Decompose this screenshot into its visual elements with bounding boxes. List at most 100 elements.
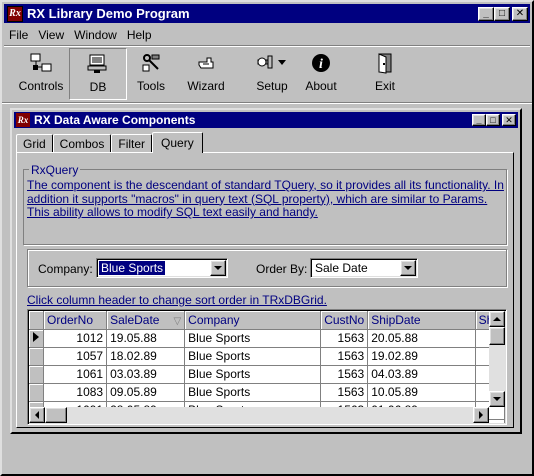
cell-shipdate[interactable]: 19.02.89: [367, 347, 476, 366]
menu-window[interactable]: Window: [69, 28, 122, 42]
chevron-down-icon: [404, 266, 412, 270]
wizard-icon: [195, 52, 217, 74]
column-header-custno[interactable]: CustNo: [320, 311, 369, 330]
vertical-scrollbar[interactable]: [489, 311, 505, 407]
sort-down-icon: ▽: [173, 315, 182, 327]
current-row-arrow-icon: [33, 332, 39, 342]
arrow-right-icon: [479, 411, 483, 419]
scroll-up-button[interactable]: [489, 311, 505, 327]
tools-button[interactable]: Tools: [122, 48, 180, 100]
arrow-up-icon: [493, 317, 501, 321]
main-title-bar[interactable]: Rx RX Library Demo Program _ □ ✕: [4, 4, 530, 23]
rx-db-grid[interactable]: OrderNo SaleDate ▽ Company CustNo ShipDat…: [27, 309, 507, 425]
order-by-label: Order By:: [256, 262, 308, 276]
window-title: RX Library Demo Program: [27, 6, 190, 21]
description-text: The component is the descendant of stand…: [27, 178, 504, 219]
row-indicator[interactable]: [29, 383, 44, 402]
column-header-saledate[interactable]: SaleDate ▽: [106, 311, 186, 330]
horizontal-scrollbar[interactable]: [29, 407, 489, 423]
company-combo-value: Blue Sports: [99, 261, 166, 275]
scroll-right-button[interactable]: [473, 407, 489, 423]
cell-orderno[interactable]: 1012: [43, 329, 108, 348]
cell-custno[interactable]: 1563: [320, 329, 369, 348]
exit-button[interactable]: Exit: [356, 48, 414, 100]
tab-query[interactable]: Query: [152, 132, 203, 153]
menu-bar: File View Window Help: [4, 25, 530, 44]
header-row: OrderNo SaleDate ▽ Company CustNo ShipDat…: [29, 311, 505, 330]
cell-shipdate[interactable]: 10.05.89: [367, 383, 476, 402]
cell-saledate[interactable]: 19.05.88: [106, 329, 186, 348]
about-button[interactable]: i About: [292, 48, 350, 100]
menu-file[interactable]: File: [4, 28, 33, 42]
query-tab-panel: RxQuery The component is the descendant …: [16, 152, 514, 428]
cell-custno[interactable]: 1563: [320, 347, 369, 366]
toolbar-divider: [2, 102, 532, 103]
child-title-bar[interactable]: Rx RX Data Aware Components _ □ ✕: [14, 112, 518, 128]
menu-view[interactable]: View: [33, 28, 69, 42]
db-button[interactable]: DB: [69, 48, 127, 100]
cell-shipdate[interactable]: 20.05.88: [367, 329, 476, 348]
cell-saledate[interactable]: 18.02.89: [106, 347, 186, 366]
table-row[interactable]: 1012 19.05.88 Blue Sports 1563 20.05.88: [29, 329, 505, 348]
cell-company[interactable]: Blue Sports: [184, 347, 322, 366]
child-window: Rx RX Data Aware Components _ □ ✕ Grid C…: [10, 108, 522, 434]
app-logo-icon[interactable]: Rx: [7, 5, 23, 22]
company-dropdown-button[interactable]: [210, 260, 226, 276]
arrow-left-icon: [35, 411, 39, 419]
child-maximize-button[interactable]: □: [486, 114, 500, 126]
minimize-icon: _: [483, 7, 489, 19]
tab-grid[interactable]: Grid: [16, 134, 53, 152]
column-header-orderno[interactable]: OrderNo: [43, 311, 108, 330]
column-header-company[interactable]: Company: [184, 311, 322, 330]
vertical-scroll-thumb[interactable]: [489, 327, 505, 345]
close-icon: ✕: [515, 7, 525, 19]
cell-custno[interactable]: 1563: [320, 365, 369, 384]
cell-company[interactable]: Blue Sports: [184, 329, 322, 348]
table-row[interactable]: 1061 03.03.89 Blue Sports 1563 04.03.89: [29, 365, 505, 384]
tab-filter[interactable]: Filter: [111, 134, 153, 152]
tools-icon: [140, 52, 162, 74]
indicator-header: [29, 311, 44, 330]
controls-label: Controls: [18, 79, 64, 93]
about-label: About: [305, 79, 337, 93]
menu-help[interactable]: Help: [122, 28, 157, 42]
setup-label: Setup: [256, 79, 288, 93]
cell-orderno[interactable]: 1057: [43, 347, 108, 366]
child-minimize-button[interactable]: _: [472, 114, 486, 126]
tab-combos[interactable]: Combos: [52, 134, 112, 152]
table-row[interactable]: 1057 18.02.89 Blue Sports 1563 19.02.89: [29, 347, 505, 366]
row-indicator[interactable]: [29, 329, 44, 348]
cell-custno[interactable]: 1563: [320, 383, 369, 402]
order-by-dropdown-button[interactable]: [400, 260, 416, 276]
cell-company[interactable]: Blue Sports: [184, 365, 322, 384]
scroll-down-button[interactable]: [489, 391, 505, 407]
sort-hint: Click column header to change sort order…: [27, 293, 327, 307]
child-close-button[interactable]: ✕: [502, 114, 516, 126]
minimize-button[interactable]: _: [478, 6, 494, 21]
cell-shipdate[interactable]: 04.03.89: [367, 365, 476, 384]
controls-button[interactable]: Controls: [12, 48, 70, 100]
horizontal-scroll-thumb[interactable]: [45, 407, 67, 423]
cell-orderno[interactable]: 1083: [43, 383, 108, 402]
exit-icon: [374, 52, 396, 74]
cell-saledate[interactable]: 09.05.89: [106, 383, 186, 402]
cell-saledate[interactable]: 03.03.89: [106, 365, 186, 384]
scroll-left-button[interactable]: [29, 407, 45, 423]
wizard-label: Wizard: [187, 79, 225, 93]
company-combo[interactable]: Blue Sports: [96, 258, 228, 278]
row-indicator[interactable]: [29, 365, 44, 384]
close-button[interactable]: ✕: [512, 6, 528, 21]
cell-orderno[interactable]: 1061: [43, 365, 108, 384]
order-by-combo-value: Sale Date: [315, 261, 368, 275]
row-indicator[interactable]: [29, 347, 44, 366]
cell-company[interactable]: Blue Sports: [184, 383, 322, 402]
exit-label: Exit: [374, 79, 395, 93]
column-header-shipdate[interactable]: ShipDate: [367, 311, 476, 330]
db-label: DB: [89, 80, 107, 94]
maximize-button[interactable]: □: [494, 6, 510, 21]
order-by-combo[interactable]: Sale Date: [310, 258, 418, 278]
tab-strip: Grid Combos Filter Query: [16, 132, 203, 153]
table-row[interactable]: 1083 09.05.89 Blue Sports 1563 10.05.89: [29, 383, 505, 402]
child-logo-icon[interactable]: Rx: [16, 113, 30, 127]
wizard-button[interactable]: Wizard: [177, 48, 235, 100]
